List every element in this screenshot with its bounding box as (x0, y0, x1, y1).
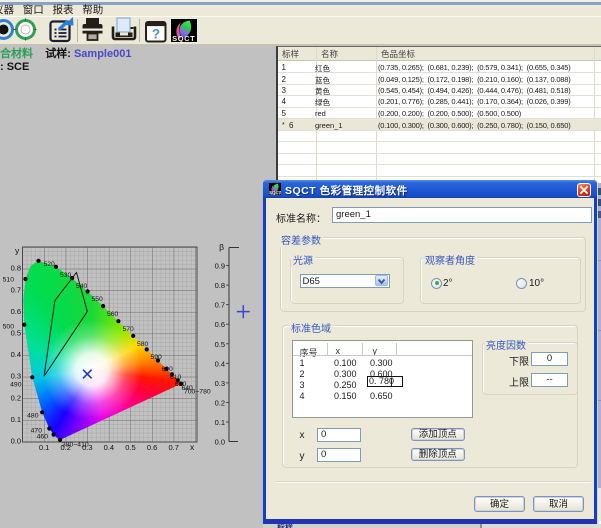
svg-text:500: 500 (3, 324, 15, 331)
svg-text:0.3: 0.3 (215, 379, 225, 388)
svg-text:550: 550 (92, 296, 104, 303)
svg-text:530: 530 (60, 272, 72, 279)
svg-text:540: 540 (76, 283, 88, 290)
svg-text:y: y (15, 246, 20, 256)
svg-text:380~410: 380~410 (62, 442, 89, 449)
svg-text:460: 460 (37, 434, 49, 441)
svg-text:480: 480 (27, 413, 39, 420)
svg-text:610: 610 (170, 374, 182, 381)
svg-text:0.8: 0.8 (215, 281, 225, 290)
svg-text:0.2: 0.2 (11, 393, 21, 402)
svg-text:0.8: 0.8 (11, 264, 21, 273)
svg-text:520: 520 (44, 261, 56, 268)
svg-text:x: x (190, 442, 195, 452)
svg-text:0.1: 0.1 (39, 443, 49, 452)
svg-text:0.5: 0.5 (215, 340, 225, 349)
svg-text:510: 510 (3, 277, 15, 284)
svg-text:0.4: 0.4 (104, 443, 114, 452)
svg-text:0.4: 0.4 (11, 350, 21, 359)
svg-text:490: 490 (10, 382, 22, 389)
svg-text:0.5: 0.5 (125, 443, 135, 452)
svg-text:0.9: 0.9 (215, 262, 225, 271)
svg-text:570: 570 (123, 326, 135, 333)
svg-text:590: 590 (151, 354, 163, 361)
svg-text:0.2: 0.2 (215, 398, 225, 407)
svg-text:0.4: 0.4 (215, 359, 225, 368)
svg-text:0.6: 0.6 (11, 307, 21, 316)
svg-text:0.6: 0.6 (147, 443, 157, 452)
svg-text:600: 600 (162, 366, 174, 373)
svg-text:700~780: 700~780 (184, 389, 211, 396)
svg-text:0.6: 0.6 (215, 320, 225, 329)
svg-text:0.1: 0.1 (215, 418, 225, 427)
svg-text:β: β (219, 242, 224, 252)
svg-text:0.1: 0.1 (11, 415, 21, 424)
svg-text:0.3: 0.3 (11, 372, 21, 381)
svg-text:580: 580 (137, 341, 149, 348)
svg-text:560: 560 (107, 311, 119, 318)
svg-text:0.7: 0.7 (168, 443, 178, 452)
svg-text:0.7: 0.7 (215, 301, 225, 310)
svg-text:0.0: 0.0 (215, 438, 225, 447)
svg-text:0.0: 0.0 (11, 437, 21, 446)
svg-text:0.7: 0.7 (11, 285, 21, 294)
